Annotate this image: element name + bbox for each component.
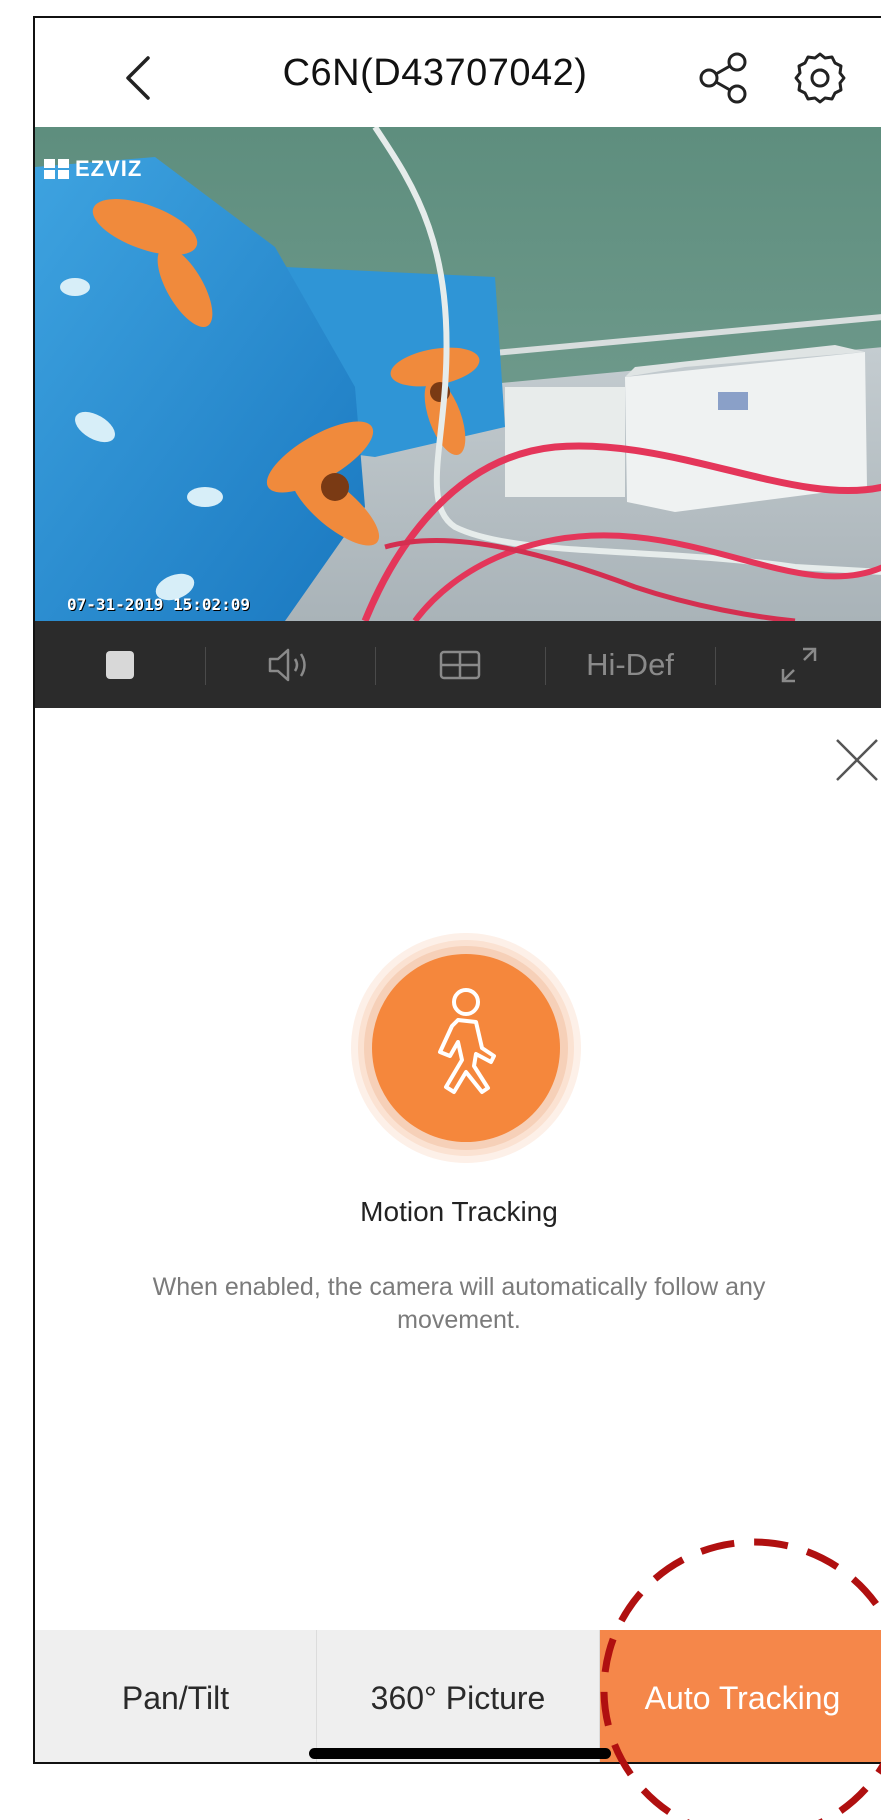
ezviz-logo-icon (44, 159, 69, 179)
tab-auto-tracking[interactable]: Auto Tracking (600, 1630, 881, 1762)
speaker-icon (268, 648, 306, 681)
close-button[interactable] (827, 730, 881, 790)
brand-logo: EZVIZ (43, 156, 142, 182)
close-icon (836, 739, 878, 781)
tab-360-picture[interactable]: 360° Picture (317, 1630, 600, 1762)
camera-scene (35, 127, 881, 621)
feature-title: Motion Tracking (360, 1196, 558, 1227)
live-video-feed[interactable] (35, 127, 881, 621)
back-button[interactable] (110, 48, 170, 108)
quality-button[interactable]: Hi-Def (545, 621, 715, 708)
video-timestamp: 07-31-2019 15:02:09 (67, 595, 251, 614)
stop-button[interactable] (35, 621, 205, 708)
share-icon (699, 52, 747, 104)
fullscreen-icon (781, 647, 817, 682)
home-indicator[interactable] (309, 1748, 611, 1759)
top-bar: C6N(D43707042) (35, 18, 881, 127)
stop-icon (106, 650, 134, 679)
share-button[interactable] (695, 48, 755, 108)
fullscreen-button[interactable] (715, 621, 881, 708)
player-controls: Hi-Def (35, 621, 881, 708)
settings-button[interactable] (790, 48, 850, 108)
gear-icon (794, 52, 846, 104)
logo-text: EZVIZ (75, 156, 143, 181)
motion-tracking-toggle[interactable] (348, 930, 584, 1166)
device-title: C6N(D43707042) (282, 52, 588, 94)
phone-frame: C6N(D43707042) EZVIZ 07-31-2019 15:02:09… (33, 16, 881, 1764)
chevron-left-icon (126, 56, 150, 100)
walking-person-icon (351, 933, 581, 1163)
tab-pan-tilt[interactable]: Pan/Tilt (35, 1630, 317, 1762)
feature-description: When enabled, the camera will automatica… (152, 1273, 766, 1334)
grid-icon (439, 650, 481, 679)
sound-button[interactable] (205, 621, 375, 708)
layout-button[interactable] (375, 621, 545, 708)
quality-label: Hi-Def (586, 646, 674, 682)
mode-tabs: Pan/Tilt 360° Picture Auto Tracking (35, 1630, 881, 1762)
